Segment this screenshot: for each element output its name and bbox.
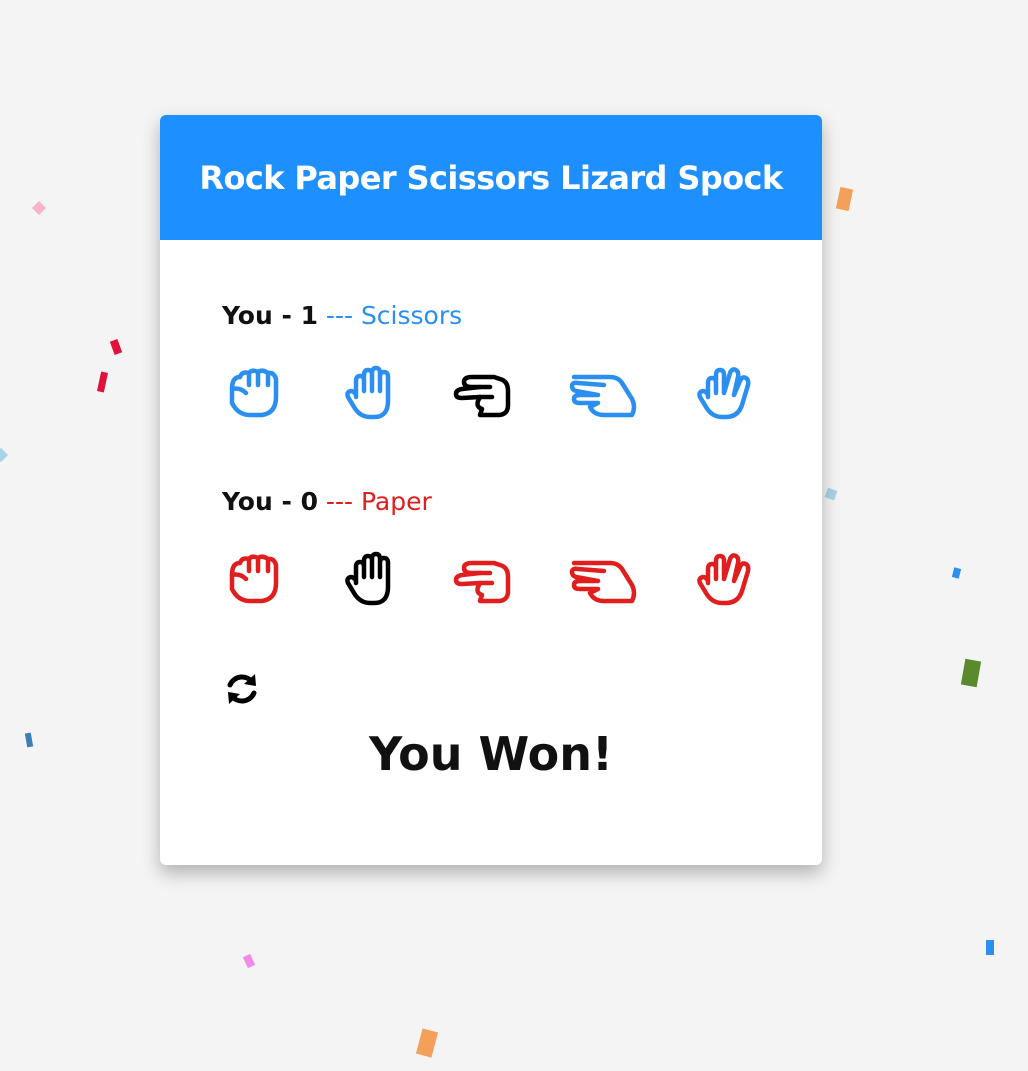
confetti-piece (960, 658, 982, 688)
player-two-paper-icon[interactable] (340, 547, 410, 611)
player-one-hands (218, 361, 758, 425)
confetti-piece (824, 487, 838, 501)
game-card: Rock Paper Scissors Lizard Spock You - 1… (160, 115, 822, 865)
game-stage: Rock Paper Scissors Lizard Spock You - 1… (0, 0, 1028, 1071)
confetti-piece (96, 371, 109, 393)
player-two-status: You - 0 --- Paper (222, 487, 432, 516)
player-one-prefix: You - (222, 301, 301, 330)
player-one-status: You - 1 --- Scissors (222, 301, 462, 330)
player-one-lizard-icon[interactable] (568, 361, 638, 425)
confetti-piece (415, 1028, 439, 1058)
player-two-prefix: You - (222, 487, 301, 516)
player-two-rock-icon[interactable] (222, 547, 292, 611)
player-two-hands (218, 547, 758, 611)
confetti-piece (242, 953, 256, 969)
game-header: Rock Paper Scissors Lizard Spock (160, 115, 822, 240)
confetti-piece (0, 447, 9, 463)
player-one-choice: --- Scissors (317, 301, 463, 330)
player-two-score: 0 (300, 487, 318, 516)
confetti-piece (31, 200, 47, 216)
player-one-spock-icon[interactable] (692, 361, 762, 425)
refresh-icon[interactable] (222, 669, 262, 709)
player-one-paper-icon[interactable] (340, 361, 410, 425)
confetti-piece (951, 567, 962, 579)
player-two-scissors-icon[interactable] (450, 547, 520, 611)
player-two-choice: --- Paper (317, 487, 432, 516)
player-one-rock-icon[interactable] (222, 361, 292, 425)
player-one-scissors-icon[interactable] (450, 361, 520, 425)
confetti-piece (835, 186, 854, 212)
player-one-score: 1 (300, 301, 318, 330)
player-two-spock-icon[interactable] (692, 547, 762, 611)
result-message: You Won! (369, 727, 613, 781)
player-two-lizard-icon[interactable] (568, 547, 638, 611)
game-title: Rock Paper Scissors Lizard Spock (199, 158, 783, 197)
confetti-piece (986, 940, 994, 955)
confetti-piece (24, 732, 34, 748)
confetti-piece (109, 339, 123, 355)
